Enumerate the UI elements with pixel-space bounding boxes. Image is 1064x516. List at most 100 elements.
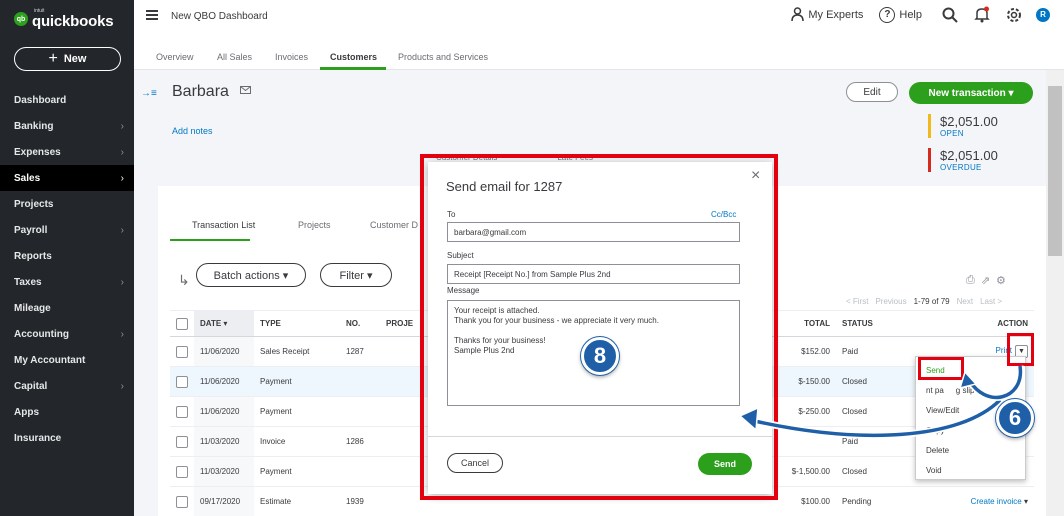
row-checkbox-cell[interactable] bbox=[170, 366, 194, 397]
row-checkbox-cell[interactable] bbox=[170, 396, 194, 427]
new-transaction-button[interactable]: New transaction ▾ bbox=[909, 82, 1033, 104]
row-checkbox-cell[interactable] bbox=[170, 336, 194, 367]
cell-no bbox=[340, 396, 380, 427]
row-checkbox[interactable] bbox=[176, 465, 188, 478]
tab-customer-details[interactable]: Customer D bbox=[370, 220, 418, 230]
sort-arrow-icon[interactable]: ↳ bbox=[178, 272, 190, 289]
tab-invoices[interactable]: Invoices bbox=[275, 52, 308, 62]
filter-button[interactable]: Filter ▾ bbox=[320, 263, 392, 287]
filter-label: Filter bbox=[339, 269, 364, 282]
cell-date: 11/03/2020 bbox=[194, 426, 254, 457]
scrollbar-thumb[interactable] bbox=[1048, 86, 1062, 256]
table-tools: ⎙ ⇗ ⚙ bbox=[966, 274, 1006, 287]
chevron-right-icon: › bbox=[120, 380, 124, 392]
sidebar-item-expenses[interactable]: Expenses › bbox=[0, 139, 134, 165]
caret-down-icon: ▾ bbox=[366, 269, 373, 282]
row-checkbox[interactable] bbox=[176, 345, 188, 358]
open-label: OPEN bbox=[940, 129, 964, 138]
my-experts-button[interactable]: My Experts bbox=[791, 7, 863, 22]
col-no[interactable]: NO. bbox=[340, 310, 380, 337]
row-checkbox-cell[interactable] bbox=[170, 426, 194, 457]
open-balance: $2,051.00 OPEN bbox=[928, 114, 998, 138]
notification-bell-icon[interactable] bbox=[974, 6, 990, 23]
sidebar-item-label: Payroll bbox=[14, 224, 48, 236]
sidebar-item-label: Capital bbox=[14, 380, 48, 392]
tab-transaction-list[interactable]: Transaction List bbox=[192, 220, 255, 230]
tab-products-and-services[interactable]: Products and Services bbox=[398, 52, 488, 62]
batch-actions-button[interactable]: Batch actions ▾ bbox=[196, 263, 306, 287]
cell-date: 11/03/2020 bbox=[194, 456, 254, 487]
tab-all-sales[interactable]: All Sales bbox=[217, 52, 252, 62]
caret-down-icon[interactable]: ▾ bbox=[1024, 497, 1028, 506]
my-experts-label: My Experts bbox=[808, 8, 864, 21]
cell-status: Paid bbox=[836, 426, 916, 457]
mail-icon[interactable] bbox=[240, 86, 251, 94]
row-action-link[interactable]: Create invoice bbox=[971, 497, 1022, 506]
cell-type: Sales Receipt bbox=[254, 336, 340, 367]
tab-overview[interactable]: Overview bbox=[156, 52, 194, 62]
select-all-checkbox[interactable] bbox=[176, 317, 188, 330]
row-checkbox-cell[interactable] bbox=[170, 486, 194, 516]
pager-previous[interactable]: Previous bbox=[875, 297, 906, 306]
quickbooks-logo[interactable]: qb intuit quickbooks bbox=[14, 8, 114, 30]
col-date[interactable]: DATE ▾ bbox=[194, 310, 254, 337]
sidebar-item-projects[interactable]: Projects bbox=[0, 191, 134, 217]
gear-icon[interactable] bbox=[1006, 7, 1022, 23]
pager-next[interactable]: Next bbox=[957, 297, 973, 306]
new-button[interactable]: + New bbox=[14, 47, 121, 71]
plus-icon: + bbox=[48, 50, 58, 67]
settings-gear-icon[interactable]: ⚙ bbox=[996, 274, 1006, 287]
sidebar-item-accounting[interactable]: Accounting › bbox=[0, 321, 134, 347]
step-6-callout: 6 bbox=[996, 399, 1034, 437]
add-notes-link[interactable]: Add notes bbox=[172, 126, 213, 136]
menu-item-delete[interactable]: Delete bbox=[916, 440, 1025, 460]
sidebar-item-apps[interactable]: Apps bbox=[0, 399, 134, 425]
action-caret-highlight bbox=[1007, 333, 1034, 366]
sidebar-item-insurance[interactable]: Insurance bbox=[0, 425, 134, 451]
menu-item-void[interactable]: Void bbox=[916, 460, 1025, 480]
row-checkbox[interactable] bbox=[176, 435, 188, 448]
cell-date: 11/06/2020 bbox=[194, 366, 254, 397]
menu-item-print-packing-slip[interactable]: nt pa g slip bbox=[916, 380, 1025, 400]
cell-type: Payment bbox=[254, 396, 340, 427]
pager-first[interactable]: < First bbox=[846, 297, 868, 306]
tab-projects[interactable]: Projects bbox=[298, 220, 331, 230]
hamburger-menu-icon[interactable] bbox=[146, 10, 158, 20]
collapse-panel-icon[interactable]: →≡ bbox=[141, 88, 157, 99]
cell-no: 1287 bbox=[340, 336, 380, 367]
export-icon[interactable]: ⇗ bbox=[981, 274, 990, 287]
sidebar-item-banking[interactable]: Banking › bbox=[0, 113, 134, 139]
sidebar-item-dashboard[interactable]: Dashboard bbox=[0, 87, 134, 113]
pager-last[interactable]: Last > bbox=[980, 297, 1002, 306]
overdue-balance: $2,051.00 OVERDUE bbox=[928, 148, 998, 172]
row-checkbox[interactable] bbox=[176, 375, 188, 388]
avatar[interactable]: R bbox=[1036, 7, 1050, 22]
qb-logo-icon: qb bbox=[14, 12, 28, 26]
sidebar-item-taxes[interactable]: Taxes › bbox=[0, 269, 134, 295]
row-checkbox-cell[interactable] bbox=[170, 456, 194, 487]
menu-item-print-packing-slip-end: g slip bbox=[955, 385, 975, 395]
row-checkbox[interactable] bbox=[176, 405, 188, 418]
sidebar-item-reports[interactable]: Reports bbox=[0, 243, 134, 269]
sidebar-item-payroll[interactable]: Payroll › bbox=[0, 217, 134, 243]
menu-item-print-packing-slip-start: nt pa bbox=[926, 385, 944, 395]
chevron-right-icon: › bbox=[120, 224, 124, 236]
chevron-right-icon: › bbox=[120, 146, 124, 158]
sidebar-item-label: Expenses bbox=[14, 146, 61, 158]
tab-customers[interactable]: Customers bbox=[330, 52, 377, 62]
sidebar-item-mileage[interactable]: Mileage bbox=[0, 295, 134, 321]
sidebar-item-my-accountant[interactable]: My Accountant bbox=[0, 347, 134, 373]
search-icon[interactable] bbox=[942, 7, 958, 23]
col-type[interactable]: TYPE bbox=[254, 310, 340, 337]
row-checkbox[interactable] bbox=[176, 495, 188, 508]
help-button[interactable]: ? Help bbox=[879, 6, 922, 23]
col-status[interactable]: STATUS bbox=[836, 310, 916, 337]
sidebar-item-sales[interactable]: Sales › bbox=[0, 165, 134, 191]
edit-customer-button[interactable]: Edit bbox=[846, 82, 898, 102]
col-date-label: DATE bbox=[200, 319, 222, 328]
sidebar-item-capital[interactable]: Capital › bbox=[0, 373, 134, 399]
print-icon[interactable]: ⎙ bbox=[966, 274, 975, 287]
cell-status: Pending bbox=[836, 486, 916, 516]
select-all-checkbox-cell[interactable] bbox=[170, 310, 194, 337]
cell-date: 11/06/2020 bbox=[194, 336, 254, 367]
